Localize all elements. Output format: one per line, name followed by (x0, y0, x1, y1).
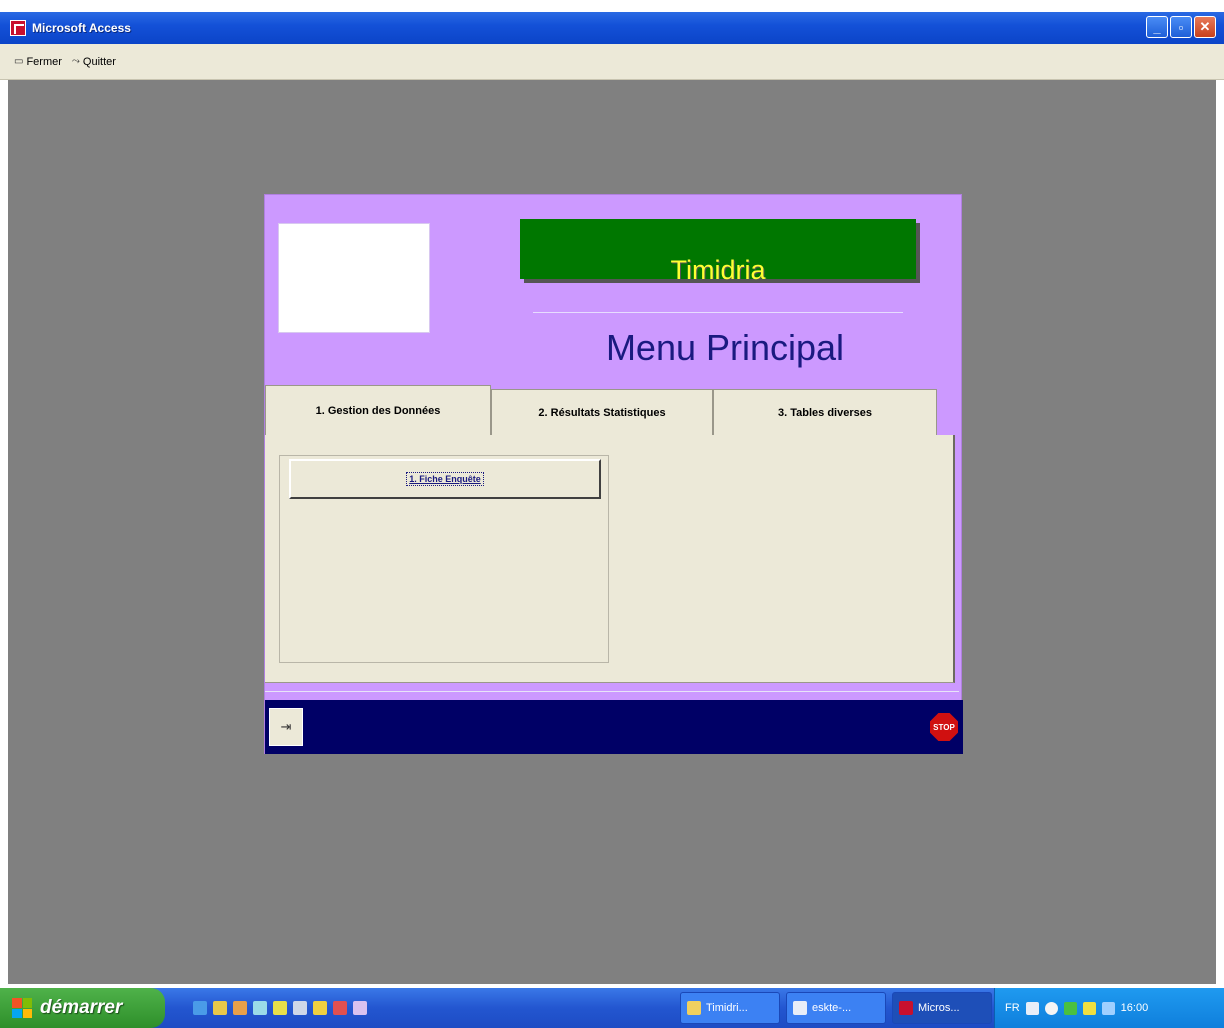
volume-icon[interactable] (1101, 1001, 1115, 1015)
title-separator (533, 312, 903, 313)
system-tray: FR 16:00 (994, 988, 1224, 1028)
access-app-icon[interactable] (10, 20, 26, 36)
app-icon[interactable] (353, 1001, 367, 1015)
access-quick-icon[interactable] (333, 1001, 347, 1015)
messenger-icon[interactable] (313, 1001, 327, 1015)
calculator-icon[interactable] (293, 1001, 307, 1015)
tab-panel-gestion-donnees: 1. Fiche Enquête (265, 435, 955, 683)
tab-strip: 1. Gestion des Données 2. Résultats Stat… (265, 385, 955, 435)
clock[interactable]: 16:00 (1121, 1002, 1149, 1014)
menu-bar: ▭ Fermer ⤳ Quitter (0, 44, 1224, 80)
page-title: Menu Principal (605, 327, 845, 368)
fiche-enquete-label: 1. Fiche Enquête (406, 472, 484, 486)
messenger-tray-icon[interactable] (1082, 1001, 1096, 1015)
exit-icon: ⤳ (71, 56, 80, 67)
close-form-icon: ▭ (14, 56, 24, 67)
start-label: démarrer (40, 997, 123, 1018)
access-icon (899, 1001, 913, 1015)
main-menu-form: Timidria Menu Principal 1. Gestion des D… (264, 194, 963, 754)
menu-item-fermer-label: Fermer (26, 55, 62, 68)
folder-icon[interactable] (213, 1001, 227, 1015)
network-icon[interactable] (1044, 1001, 1058, 1015)
brand-title: Timidria (670, 255, 766, 285)
minimize-button[interactable]: _ (1146, 16, 1168, 38)
exit-door-icon: ⇥ (280, 719, 292, 734)
language-indicator[interactable]: FR (1005, 1002, 1020, 1014)
task-timidria[interactable]: Timidri... (680, 992, 780, 1024)
quick-launch (193, 1001, 367, 1015)
ie-icon[interactable] (193, 1001, 207, 1015)
user-icon[interactable] (273, 1001, 287, 1015)
close-button[interactable]: ✕ (1194, 16, 1216, 38)
media-icon[interactable] (233, 1001, 247, 1015)
menu-item-fermer[interactable]: ▭ Fermer (14, 56, 62, 68)
tab-gestion-donnees[interactable]: 1. Gestion des Données (265, 385, 491, 435)
menu-item-quitter-label: Quitter (82, 55, 116, 68)
form-footer: ⇥ STOP (265, 700, 963, 754)
maximize-button[interactable]: ▫ (1170, 16, 1192, 38)
desktop-icon[interactable] (253, 1001, 267, 1015)
task-microsoft-access[interactable]: Micros... (892, 992, 992, 1024)
menu-item-quitter[interactable]: ⤳ Quitter (72, 56, 116, 68)
antivirus-icon[interactable] (1063, 1001, 1077, 1015)
window-controls: _ ▫ ✕ (1146, 16, 1216, 38)
stop-sign-icon: STOP (930, 713, 958, 741)
document-icon (793, 1001, 807, 1015)
tab-label: 3. Tables diverses (778, 406, 872, 419)
windows-logo-icon (12, 998, 32, 1018)
start-button[interactable]: démarrer (0, 988, 165, 1028)
window-title-bar: Microsoft Access _ ▫ ✕ (0, 12, 1224, 44)
logo-placeholder (278, 223, 430, 333)
tab-resultats-statistiques[interactable]: 2. Résultats Statistiques (491, 389, 713, 435)
tab-label: 1. Gestion des Données (315, 404, 441, 417)
exit-door-button[interactable]: ⇥ (269, 708, 303, 746)
task-document[interactable]: eskte-... (786, 992, 886, 1024)
taskbar-tasks: Timidri... eskte-... Micros... (680, 992, 992, 1024)
divider (265, 691, 959, 692)
folder-icon (687, 1001, 701, 1015)
tab-label: 2. Résultats Statistiques (538, 406, 666, 419)
taskbar: démarrer Timidri... eskte-... Micros... … (0, 988, 1224, 1028)
stop-button[interactable]: STOP (929, 710, 959, 744)
fiche-enquete-button[interactable]: 1. Fiche Enquête (289, 459, 601, 499)
tab-tables-diverses[interactable]: 3. Tables diverses (713, 389, 937, 435)
help-icon[interactable] (1025, 1001, 1039, 1015)
window-title: Microsoft Access (32, 21, 131, 35)
